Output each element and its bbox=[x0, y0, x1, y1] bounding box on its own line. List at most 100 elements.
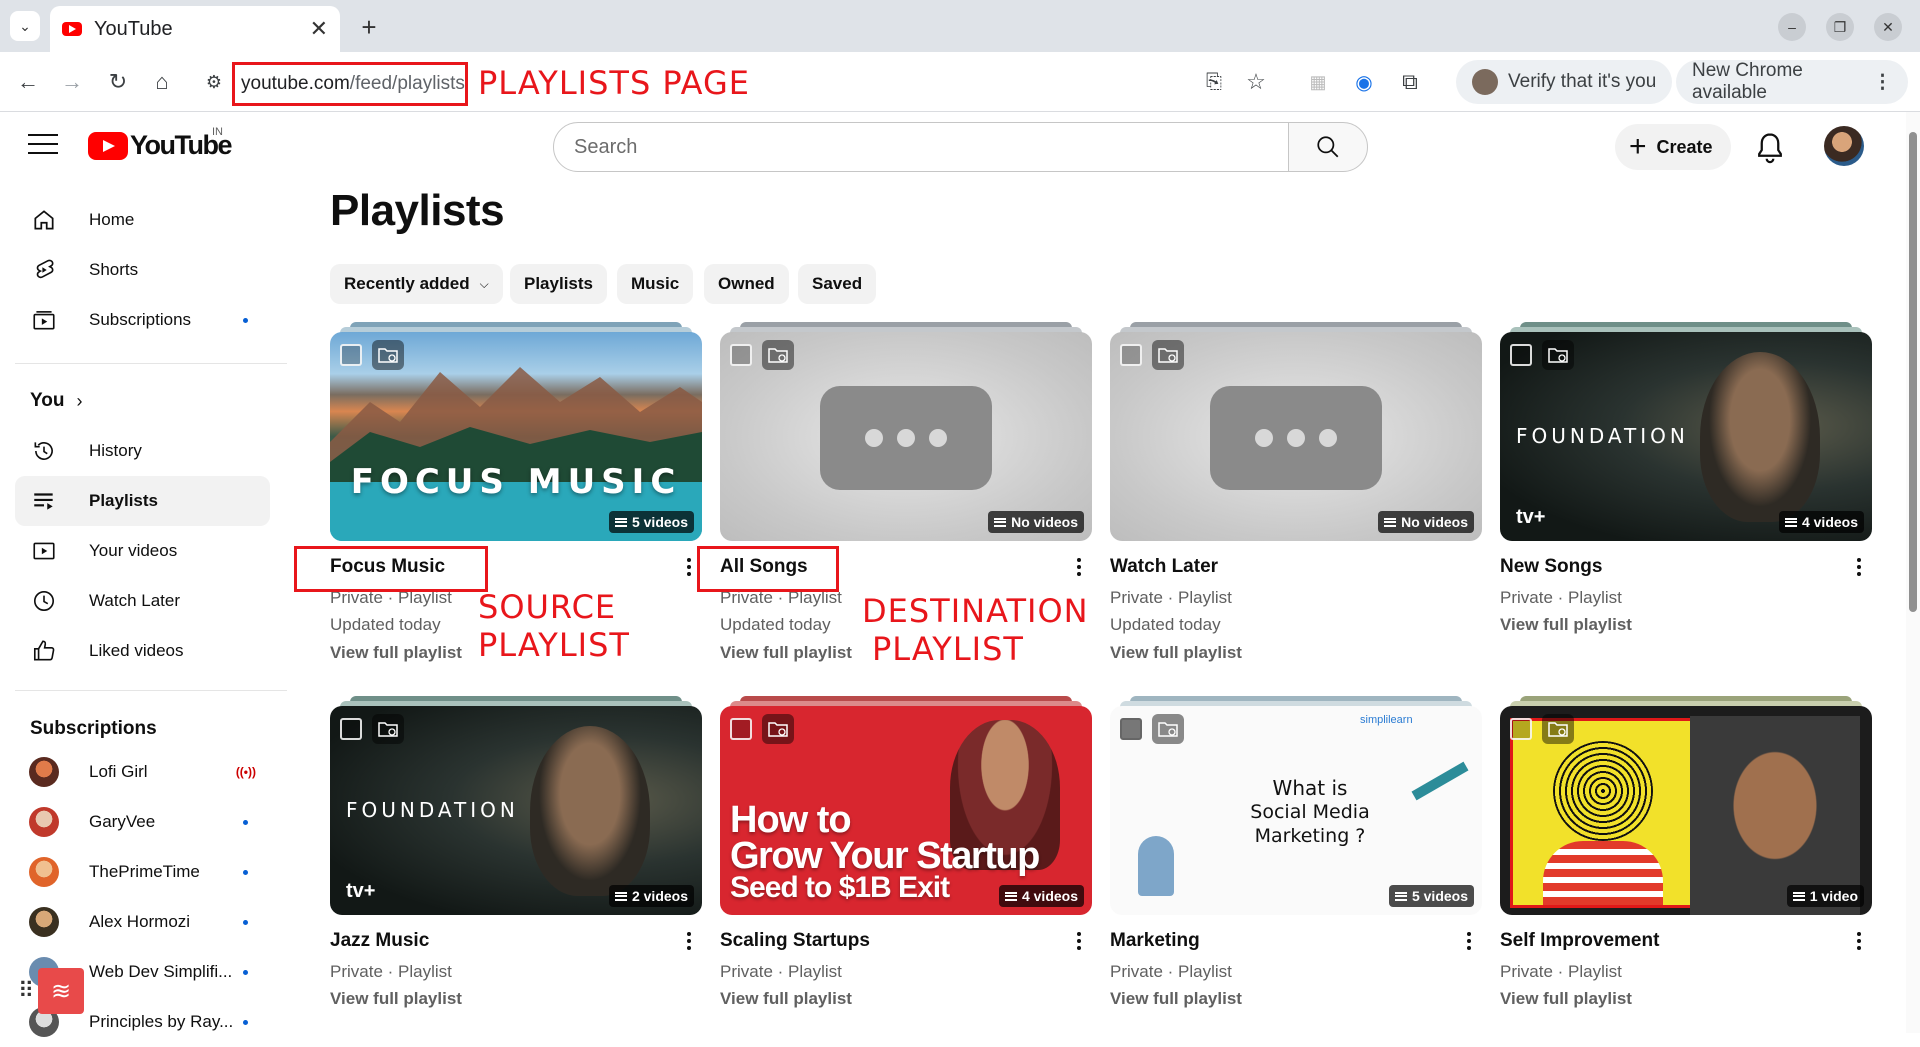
select-checkbox[interactable] bbox=[730, 344, 752, 366]
more-actions-icon[interactable] bbox=[680, 928, 698, 954]
bookmark-star-icon[interactable]: ☆ bbox=[1240, 66, 1272, 98]
select-checkbox[interactable] bbox=[1510, 344, 1532, 366]
new-content-dot bbox=[243, 869, 248, 875]
playlist-title[interactable]: New Songs bbox=[1500, 556, 1602, 578]
sidebar-item-subscriptions[interactable]: Subscriptions bbox=[15, 295, 270, 345]
playlist-thumbnail[interactable]: How to Grow Your Startup Seed to $1B Exi… bbox=[720, 706, 1092, 915]
youtube-logo[interactable]: YouTube IN bbox=[88, 126, 232, 161]
playlist-thumbnail[interactable]: simplilearn What is Social Media Marketi… bbox=[1110, 706, 1482, 915]
chrome-menu-icon[interactable]: ⋮ bbox=[1873, 71, 1892, 94]
new-tab-plus-icon[interactable]: + bbox=[352, 10, 386, 44]
chip-recently-added[interactable]: Recently added ⌵ bbox=[330, 264, 503, 304]
more-actions-icon[interactable] bbox=[1850, 928, 1868, 954]
notifications-bell-icon[interactable] bbox=[1752, 130, 1788, 166]
home-browser-icon[interactable]: ⌂ bbox=[146, 66, 178, 98]
view-full-playlist-link[interactable]: View full playlist bbox=[1500, 989, 1632, 1009]
create-button[interactable]: + Create bbox=[1615, 124, 1731, 170]
select-checkbox[interactable] bbox=[1120, 718, 1142, 740]
maximize-window-icon[interactable]: ❐ bbox=[1826, 13, 1854, 41]
account-avatar[interactable] bbox=[1824, 126, 1864, 166]
chip-music[interactable]: Music bbox=[617, 264, 694, 304]
extension-placeholder-icon[interactable]: ▦ bbox=[1302, 66, 1334, 98]
sidebar-channel-lofi-girl[interactable]: Lofi Girl ((•)) bbox=[15, 747, 270, 797]
close-window-icon[interactable]: ✕ bbox=[1874, 13, 1902, 41]
view-full-playlist-link[interactable]: View full playlist bbox=[720, 989, 852, 1009]
sidebar-channel-alex-hormozi[interactable]: Alex Hormozi bbox=[15, 897, 270, 947]
chip-saved[interactable]: Saved bbox=[798, 264, 877, 304]
search-input[interactable] bbox=[553, 122, 1289, 172]
select-checkbox[interactable] bbox=[730, 718, 752, 740]
address-bar[interactable]: youtube.com/feed/playlists bbox=[232, 62, 468, 106]
tab-search-chevron-icon[interactable]: ⌄ bbox=[10, 11, 40, 41]
annotation-box-source bbox=[294, 546, 488, 592]
minimize-window-icon[interactable]: – bbox=[1778, 13, 1806, 41]
playlist-thumbnail[interactable]: FOUNDATION tv+ 4 videos bbox=[1500, 332, 1872, 541]
folder-icon[interactable] bbox=[1542, 714, 1574, 744]
view-full-playlist-link[interactable]: View full playlist bbox=[330, 643, 462, 663]
sidebar-item-shorts[interactable]: Shorts bbox=[15, 245, 270, 295]
playlist-title[interactable]: Self Improvement bbox=[1500, 930, 1659, 952]
more-actions-icon[interactable] bbox=[1460, 928, 1478, 954]
playlist-title[interactable]: Scaling Startups bbox=[720, 930, 870, 952]
playlist-thumbnail[interactable]: No videos bbox=[720, 332, 1092, 541]
folder-icon[interactable] bbox=[372, 714, 404, 744]
sidebar-item-home[interactable]: Home bbox=[15, 195, 270, 245]
folder-icon[interactable] bbox=[762, 714, 794, 744]
sidebar-item-history[interactable]: History bbox=[15, 426, 270, 476]
playlist-title[interactable]: Marketing bbox=[1110, 930, 1200, 952]
install-app-icon[interactable]: ⎘ bbox=[1198, 66, 1230, 98]
back-arrow-icon[interactable]: ← bbox=[12, 66, 44, 98]
folder-icon[interactable] bbox=[1542, 340, 1574, 370]
folder-icon[interactable] bbox=[1152, 714, 1184, 744]
view-full-playlist-link[interactable]: View full playlist bbox=[330, 989, 462, 1009]
page-scrollbar[interactable] bbox=[1906, 112, 1920, 1033]
browser-tab-youtube[interactable]: YouTube ✕ bbox=[50, 6, 340, 52]
sidebar-item-liked-videos[interactable]: Liked videos bbox=[15, 626, 270, 676]
chevron-down-icon: ⌵ bbox=[479, 276, 489, 291]
view-full-playlist-link[interactable]: View full playlist bbox=[720, 643, 852, 663]
view-full-playlist-link[interactable]: View full playlist bbox=[1110, 643, 1242, 663]
more-actions-icon[interactable] bbox=[1070, 928, 1088, 954]
sidebar-you-header[interactable]: You › bbox=[30, 390, 82, 412]
select-checkbox[interactable] bbox=[1510, 718, 1532, 740]
wind-icon[interactable]: ≋ bbox=[38, 968, 84, 1014]
sidebar-item-your-videos[interactable]: Your videos bbox=[15, 526, 270, 576]
floating-widget[interactable]: ⠿ ≋ bbox=[18, 968, 88, 1014]
forward-arrow-icon[interactable]: → bbox=[56, 66, 88, 98]
extension-shield-icon[interactable]: ◉ bbox=[1348, 66, 1380, 98]
more-actions-icon[interactable] bbox=[1850, 554, 1868, 580]
more-actions-icon[interactable] bbox=[680, 554, 698, 580]
view-full-playlist-link[interactable]: View full playlist bbox=[1500, 615, 1632, 635]
playlist-title[interactable]: Jazz Music bbox=[330, 930, 429, 952]
playlist-thumbnail[interactable]: FOCUS MUSIC 5 videos bbox=[330, 332, 702, 541]
view-full-playlist-link[interactable]: View full playlist bbox=[1110, 989, 1242, 1009]
extensions-puzzle-icon[interactable]: ⧉ bbox=[1394, 66, 1426, 98]
chip-owned[interactable]: Owned bbox=[704, 264, 789, 304]
site-settings-icon[interactable]: ⚙ bbox=[198, 66, 230, 98]
scrollbar-thumb[interactable] bbox=[1909, 132, 1917, 612]
sidebar-channel-garyvee[interactable]: GaryVee bbox=[15, 797, 270, 847]
select-checkbox[interactable] bbox=[1120, 344, 1142, 366]
sidebar-channel-theprimetime[interactable]: ThePrimeTime bbox=[15, 847, 270, 897]
folder-icon[interactable] bbox=[1152, 340, 1184, 370]
select-checkbox[interactable] bbox=[340, 718, 362, 740]
playlist-thumbnail[interactable]: 1 video bbox=[1500, 706, 1872, 915]
playlist-thumbnail[interactable]: No videos bbox=[1110, 332, 1482, 541]
search-button[interactable] bbox=[1288, 122, 1368, 172]
drag-grip-icon[interactable]: ⠿ bbox=[18, 978, 38, 1004]
chip-playlists[interactable]: Playlists bbox=[510, 264, 607, 304]
playlist-thumbnail[interactable]: FOUNDATION tv+ 2 videos bbox=[330, 706, 702, 915]
folder-icon[interactable] bbox=[762, 340, 794, 370]
more-actions-icon[interactable] bbox=[1070, 554, 1088, 580]
select-checkbox[interactable] bbox=[340, 344, 362, 366]
folder-icon[interactable] bbox=[372, 340, 404, 370]
hamburger-menu-icon[interactable] bbox=[28, 134, 58, 156]
chrome-update-button[interactable]: New Chrome available ⋮ bbox=[1676, 60, 1908, 104]
sidebar-item-playlists[interactable]: Playlists bbox=[15, 476, 270, 526]
sidebar-item-watch-later[interactable]: Watch Later bbox=[15, 576, 270, 626]
live-broadcast-icon: ((•)) bbox=[235, 765, 256, 779]
reload-icon[interactable]: ↻ bbox=[102, 66, 134, 98]
tab-close-icon[interactable]: ✕ bbox=[310, 16, 328, 42]
playlist-title[interactable]: Watch Later bbox=[1110, 556, 1218, 578]
verify-identity-button[interactable]: Verify that it's you bbox=[1456, 60, 1673, 104]
